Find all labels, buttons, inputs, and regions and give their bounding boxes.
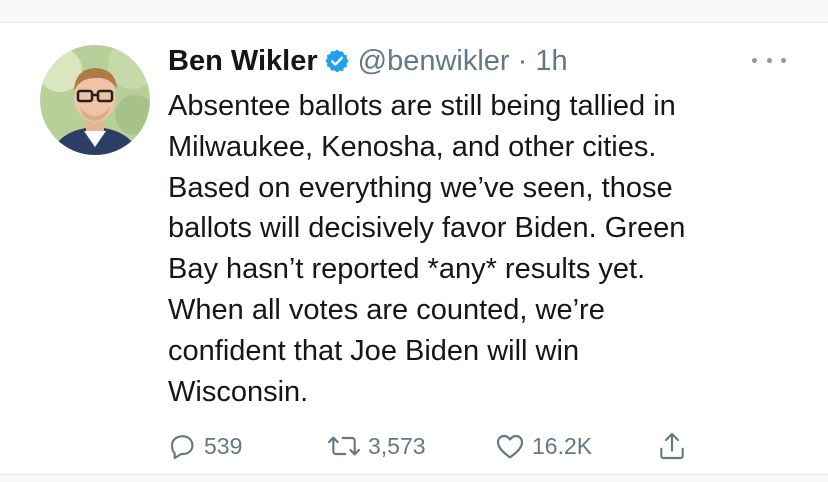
tweet-text-line: Based on everything we’ve seen, those — [168, 171, 673, 204]
retweet-button[interactable]: 3,573 — [326, 426, 426, 466]
author-name[interactable]: Ben Wikler — [168, 45, 318, 78]
tweet-text: Absentee ballots are still being tallied… — [168, 86, 778, 412]
tweet-text-line: Absentee ballots are still being tallied… — [168, 90, 676, 122]
tweet-text-line: ballots will decisively favor Biden. Gre… — [168, 212, 686, 245]
share-icon — [656, 430, 688, 462]
more-options-icon[interactable] — [752, 50, 786, 70]
author-handle[interactable]: @benwikler — [358, 45, 510, 77]
retweet-count: 3,573 — [368, 432, 426, 459]
tweet-time[interactable]: 1h — [535, 45, 567, 77]
verified-badge-icon — [324, 48, 350, 74]
retweet-icon — [326, 430, 362, 462]
tweet-text-line: Milwaukee, Kenosha, and other cities. — [168, 130, 657, 163]
avatar-photo — [40, 45, 150, 155]
top-separator — [0, 0, 828, 23]
reply-icon — [166, 430, 198, 462]
heart-icon — [494, 430, 526, 462]
meta-separator: · — [517, 44, 528, 77]
tweet-text-line: Wisconsin. — [168, 375, 309, 408]
avatar[interactable] — [40, 45, 150, 155]
reply-count: 539 — [204, 432, 243, 459]
like-button[interactable]: 16.2K — [494, 426, 592, 466]
reply-button[interactable]: 539 — [166, 426, 242, 466]
like-count: 16.2K — [532, 432, 593, 459]
tweet-actions: 539 3,573 16.2K — [166, 426, 706, 466]
share-button[interactable] — [656, 426, 688, 466]
tweet-text-line: When all votes are counted, we’re — [168, 293, 605, 326]
tweet-text-line: Bay hasn’t reported *any* results yet. — [168, 253, 646, 286]
tweet-text-line: confident that Joe Biden will win — [168, 334, 580, 367]
tweet-header: Ben Wikler @benwikler · 1h — [168, 40, 568, 82]
